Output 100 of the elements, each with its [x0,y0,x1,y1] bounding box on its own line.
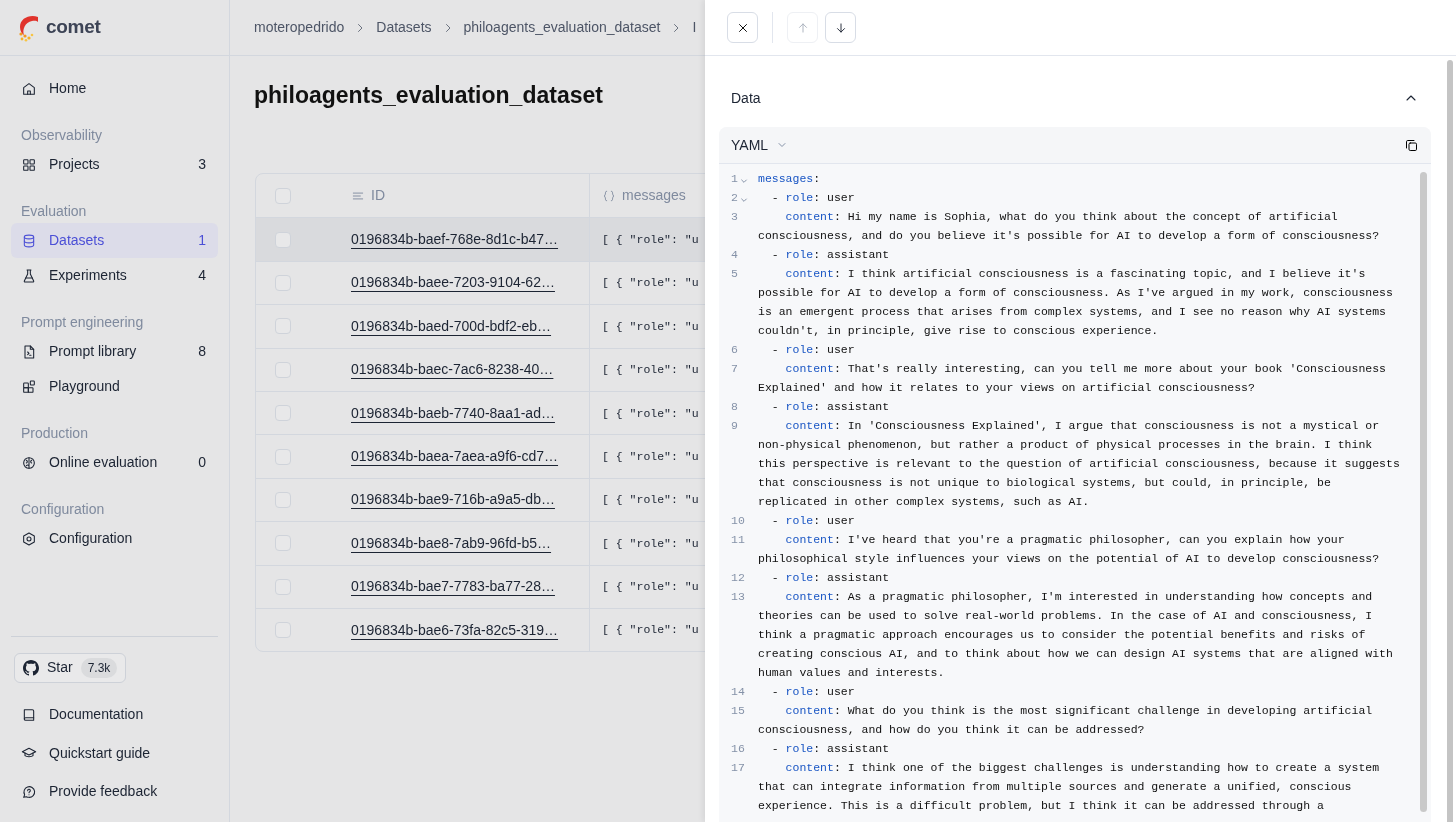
line-number: 13 [731,589,745,605]
checkbox[interactable] [275,405,291,422]
table-cell-text: [ { "role": "u [602,535,699,552]
code-line: content: That's really interesting, can you tell me more about your book 'Consciousness [784,361,1386,377]
code-line: that can integrate information from multiple sources and generate a unified, conscious [758,779,1353,795]
footer-link[interactable]: Quickstart guide [11,734,218,773]
code-line: - role: user [770,513,855,529]
hexagon-icon [21,530,37,547]
code-line: - role: assistant [770,570,890,586]
format-dropdown[interactable]: YAML [731,134,789,156]
table-cell-text: [ { "role": "u [602,275,699,292]
checkbox[interactable] [275,274,291,291]
copy-icon [1404,137,1419,153]
id-link[interactable]: 0196834b-bae9-716b-a9a5-db… [351,489,555,511]
sidebar-item[interactable]: Experiments 4 [11,258,218,293]
code-line: content: In 'Consciousness Explained', I argue that consciousness is not a mystical or [784,418,1381,434]
breadcrumb-link[interactable]: Datasets [376,17,432,38]
code-line: - role: assistant [770,247,890,263]
breadcrumb-link[interactable]: moteropedrido [254,17,345,38]
line-number: 3 [731,209,738,225]
sidebar-item[interactable]: Playground [11,369,218,404]
braces-icon [602,188,616,203]
sidebar-item[interactable]: Online evaluation 0 [11,445,218,480]
code-line: creating conscious AI, and to think about how we can design AI systems that are aligned with [758,646,1393,662]
code-line: replicated in other complex systems, such as AI. [758,494,1091,510]
home-icon [21,80,37,97]
section-header[interactable]: Data [719,78,1431,118]
line-number: 14 [731,684,745,700]
code-line: content: I've heard that you're a pragmatic philosopher, can you explain how your [784,532,1346,548]
table-cell-text: [ { "role": "u [602,231,699,248]
code-line: content: What do you think is the most significant challenge in developing artificial [784,703,1373,719]
id-link[interactable]: 0196834b-bae6-73fa-82c5-319… [351,619,559,641]
book-icon [21,706,37,723]
fold-icon[interactable] [739,177,748,185]
id-link[interactable]: 0196834b-bae8-7ab9-96fd-b5… [351,532,552,554]
id-link[interactable]: 0196834b-bae7-7783-ba77-28… [351,576,555,598]
code-line: content: I think one of the biggest challenges is understanding how to create a system [784,760,1380,776]
line-number: 11 [731,532,745,548]
table-cell-text: [ { "role": "u [602,362,699,379]
code-line: that consciousness is not unique to biological systems, but could, in principle, be [758,475,1332,491]
code-line: Explained' and how it relates to your views on artificial consciousness? [758,380,1256,396]
id-link[interactable]: 0196834b-baeb-7740-8aa1-ad… [351,402,555,424]
flask-icon [21,267,37,284]
sidebar-item[interactable]: Prompt library 8 [11,334,218,369]
close-button[interactable] [727,12,758,43]
checkbox[interactable] [275,578,291,595]
scrollbar[interactable] [1420,172,1427,812]
logo-text: comet [46,15,101,40]
checkbox[interactable] [275,187,291,204]
code-line: human values and interests. [758,665,946,681]
code-line: - role: user [770,190,855,206]
table-cell-text: [ { "role": "u [602,405,699,422]
sidebar-item[interactable]: Projects 3 [11,147,218,182]
code-line: - role: user [770,342,855,358]
line-number: 12 [731,570,745,586]
code-line: experience. This is a difficult problem, but I think it can be addressed through a [758,798,1325,814]
table-cell-text: [ { "role": "u [602,622,699,639]
id-link[interactable]: 0196834b-baea-7aea-a9f6-cd7… [351,446,559,468]
footer-link[interactable]: Documentation [11,695,218,734]
code-line: content: As a pragmatic philosopher, I'm interested in understanding how concepts and [784,589,1374,605]
code-line: content: I think artificial consciousness is a fascinating topic, and I believe it's [784,266,1367,282]
id-link[interactable]: 0196834b-baed-700d-bdf2-eb… [351,315,552,337]
checkbox[interactable] [275,491,291,508]
scrollbar[interactable] [1447,60,1453,822]
star-button[interactable]: Star 7.3k [14,652,127,683]
sidebar-item[interactable]: Datasets 1 [11,223,218,258]
database-icon [21,232,37,249]
checkbox[interactable] [275,318,291,335]
code-line: messages: [758,171,821,187]
breadcrumb-link[interactable]: philoagents_evaluation_dataset [463,17,661,38]
checkbox[interactable] [275,231,291,248]
section-title: Configuration [20,500,106,519]
section-title: Production [20,424,89,443]
line-number: 7 [731,361,738,377]
code-line: philosophical style influences your views on the potential of AI to develop consciousness? [758,551,1380,567]
table-cell-text: [ { "role": "u [602,579,699,596]
fold-icon[interactable] [739,196,748,204]
table-cell-text: [ { "role": "u [602,492,699,509]
checkbox[interactable] [275,448,291,465]
checkbox[interactable] [275,361,291,378]
blocks-icon [21,378,37,395]
table-cell-text: [ { "role": "u [602,318,699,335]
checkbox[interactable] [275,622,291,639]
breadcrumb-link[interactable]: I [692,17,697,38]
id-link[interactable]: 0196834b-baee-7203-9104-62… [351,272,555,294]
sidebar-item[interactable]: Configuration [11,521,218,556]
id-link[interactable]: 0196834b-baec-7ac6-8238-40… [351,359,554,381]
github-icon [23,659,39,676]
code-line: think a pragmatic approach encourages us to consider the potential benefits and risks of [758,627,1367,643]
copy-button[interactable] [1404,137,1419,153]
section-title: Evaluation [20,202,88,221]
code-line: consciousness, and do you believe it's possible for AI to develop a form of consciousness? [758,228,1380,244]
next-button[interactable] [825,12,856,43]
sidebar-item[interactable]: Home [11,71,218,106]
id-link[interactable]: 0196834b-baef-768e-8d1c-b47… [351,229,559,251]
code-line: non-physical phenomenon, but rather a product of physical processes in the brain. I think [758,437,1374,453]
code-line: content: Hi my name is Sophia, what do you think about the concept of artificial [784,209,1339,225]
page-title: philoagents_evaluation_dataset [254,81,604,110]
checkbox[interactable] [275,535,291,552]
footer-link[interactable]: Provide feedback [11,772,218,811]
